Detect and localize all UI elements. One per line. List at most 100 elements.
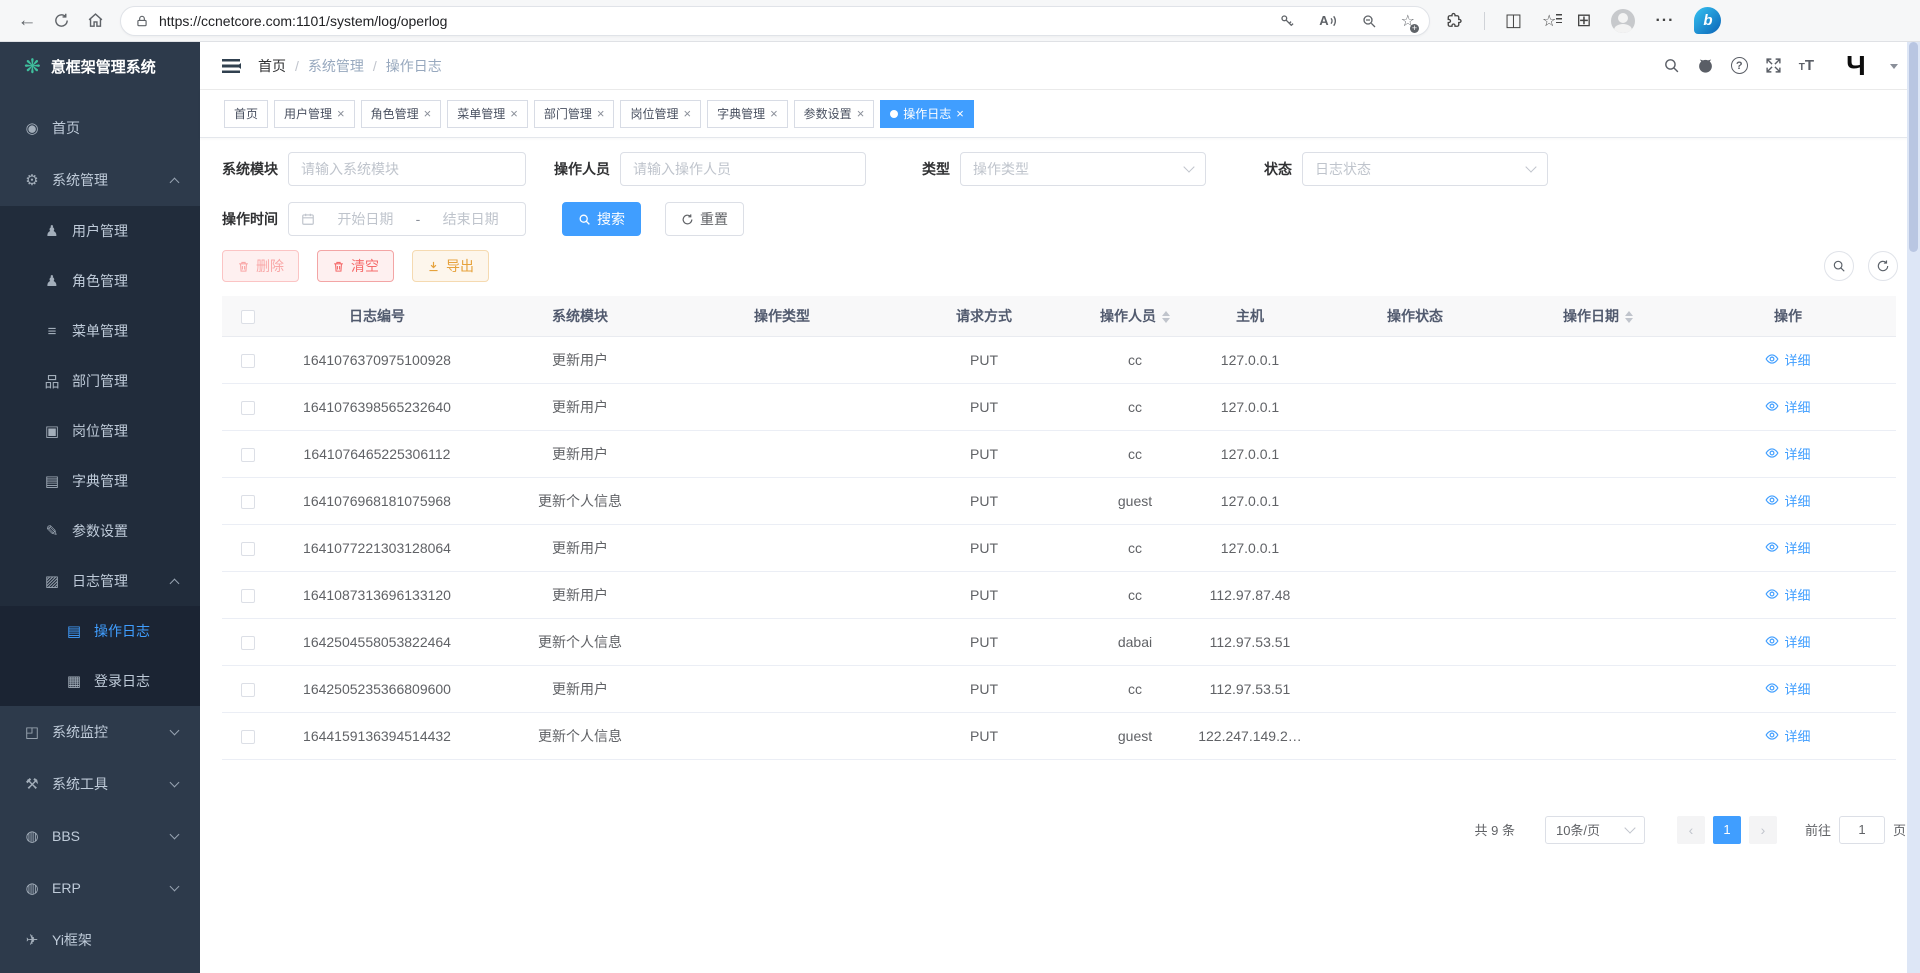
row-checkbox[interactable] [241,401,255,415]
next-page-button[interactable]: › [1749,816,1777,844]
tab[interactable]: 用户管理 × [274,100,355,128]
row-checkbox[interactable] [241,589,255,603]
address-bar[interactable]: https://ccnetcore.com:1101/system/log/op… [120,6,1430,36]
sidebar-item[interactable]: ◰ 系统监控 [0,706,200,758]
tab[interactable]: 参数设置 × [794,100,875,128]
type-select[interactable]: 操作类型 [960,152,1206,186]
favorites-icon[interactable]: ☆ [1542,11,1556,31]
refresh-table-button[interactable] [1868,251,1898,281]
delete-button[interactable]: 删除 [222,250,299,282]
read-aloud-icon[interactable]: A [1319,13,1336,29]
user-avatar-logo[interactable]: Ч [1839,49,1873,83]
tab[interactable]: 字典管理 × [707,100,788,128]
collapse-sidebar-icon[interactable] [222,59,240,73]
show-search-button[interactable] [1824,251,1854,281]
tab[interactable]: 操作日志 × [880,100,974,128]
font-size-icon[interactable]: TT [1799,57,1814,74]
detail-link[interactable]: 详细 [1765,491,1810,510]
detail-link[interactable]: 详细 [1765,444,1810,463]
row-checkbox[interactable] [241,636,255,650]
sidebar-item[interactable]: ▦ 登录日志 [0,656,200,706]
status-select[interactable]: 日志状态 [1302,152,1548,186]
fullscreen-icon[interactable] [1765,57,1782,74]
column-header[interactable]: 操作日期 [1516,296,1680,336]
tab-close-icon[interactable]: × [424,106,432,121]
sidebar-item[interactable]: ◍ ERP [0,862,200,914]
tab[interactable]: 部门管理 × [534,100,615,128]
detail-link[interactable]: 详细 [1765,726,1810,745]
tab-close-icon[interactable]: × [597,106,605,121]
column-header[interactable]: 操作类型 [680,296,884,336]
browser-profile-avatar[interactable] [1611,9,1635,33]
github-icon[interactable] [1697,57,1714,74]
sidebar-item[interactable]: ▨ 日志管理 [0,556,200,606]
sidebar-item[interactable]: ✎ 参数设置 [0,506,200,556]
detail-link[interactable]: 详细 [1765,679,1810,698]
sidebar-item[interactable]: ≡ 菜单管理 [0,306,200,356]
detail-link[interactable]: 详细 [1765,585,1810,604]
row-checkbox[interactable] [241,730,255,744]
row-checkbox[interactable] [241,683,255,697]
breadcrumb-item[interactable]: 操作日志 [364,56,442,76]
page-size-select[interactable]: 10条/页 [1545,816,1645,844]
back-icon[interactable]: ← [10,4,44,38]
sidebar-item[interactable]: ⚙ 系统管理 [0,154,200,206]
sidebar-item[interactable]: ◉ 首页 [0,102,200,154]
sort-icon[interactable] [1162,311,1170,323]
column-header[interactable]: 系统模块 [480,296,680,336]
sidebar-item[interactable]: 品 部门管理 [0,356,200,406]
split-screen-icon[interactable]: ◫ [1505,10,1522,31]
select-all-checkbox[interactable] [241,310,255,324]
detail-link[interactable]: 详细 [1765,397,1810,416]
goto-page-input[interactable] [1839,816,1885,844]
browser-scrollbar[interactable] [1907,42,1920,973]
tab-close-icon[interactable]: × [857,106,865,121]
column-header[interactable]: 操作人员 [1084,296,1186,336]
column-header[interactable]: 日志编号 [274,296,480,336]
bing-chat-icon[interactable]: b [1694,7,1721,34]
tab[interactable]: 首页 [224,100,268,128]
tab[interactable]: 菜单管理 × [447,100,528,128]
breadcrumb-item[interactable]: 首页 [258,56,286,76]
tab-close-icon[interactable]: × [337,106,345,121]
search-button[interactable]: 搜索 [562,202,641,236]
tab[interactable]: 岗位管理 × [620,100,701,128]
password-key-icon[interactable] [1279,13,1295,29]
refresh-icon[interactable] [44,4,78,38]
sidebar-item[interactable]: ▣ 岗位管理 [0,406,200,456]
tab-close-icon[interactable]: × [770,106,778,121]
extensions-icon[interactable] [1446,12,1464,30]
operator-input[interactable] [633,161,853,177]
sidebar-item[interactable]: ♟ 角色管理 [0,256,200,306]
browser-menu-icon[interactable]: ··· [1655,12,1674,30]
export-button[interactable]: 导出 [412,250,489,282]
row-checkbox[interactable] [241,495,255,509]
add-favorite-icon[interactable]: ☆+ [1401,11,1415,31]
detail-link[interactable]: 详细 [1765,538,1810,557]
column-header[interactable]: 主机 [1186,296,1314,336]
help-icon[interactable]: ? [1731,57,1748,74]
column-header[interactable]: 操作状态 [1314,296,1516,336]
reset-button[interactable]: 重置 [665,202,744,236]
tab[interactable]: 角色管理 × [361,100,442,128]
detail-link[interactable]: 详细 [1765,632,1810,651]
detail-link[interactable]: 详细 [1765,350,1810,369]
scrollbar-thumb[interactable] [1909,42,1918,252]
user-dropdown-caret-icon[interactable] [1890,64,1898,73]
module-input[interactable] [301,161,513,177]
row-checkbox[interactable] [241,448,255,462]
tab-close-icon[interactable]: × [956,106,964,121]
date-range-picker[interactable]: 开始日期 - 结束日期 [288,202,526,236]
sidebar-item[interactable]: ▤ 字典管理 [0,456,200,506]
breadcrumb-item[interactable]: 系统管理 [286,56,364,76]
row-checkbox[interactable] [241,542,255,556]
prev-page-button[interactable]: ‹ [1677,816,1705,844]
sidebar-item[interactable]: ⚒ 系统工具 [0,758,200,810]
home-icon[interactable] [78,4,112,38]
sidebar-item[interactable]: ✈ Yi框架 [0,914,200,966]
page-number-active[interactable]: 1 [1713,816,1741,844]
tab-close-icon[interactable]: × [510,106,518,121]
sort-icon[interactable] [1625,311,1633,323]
zoom-out-icon[interactable] [1361,13,1377,29]
sidebar-item[interactable]: ♟ 用户管理 [0,206,200,256]
